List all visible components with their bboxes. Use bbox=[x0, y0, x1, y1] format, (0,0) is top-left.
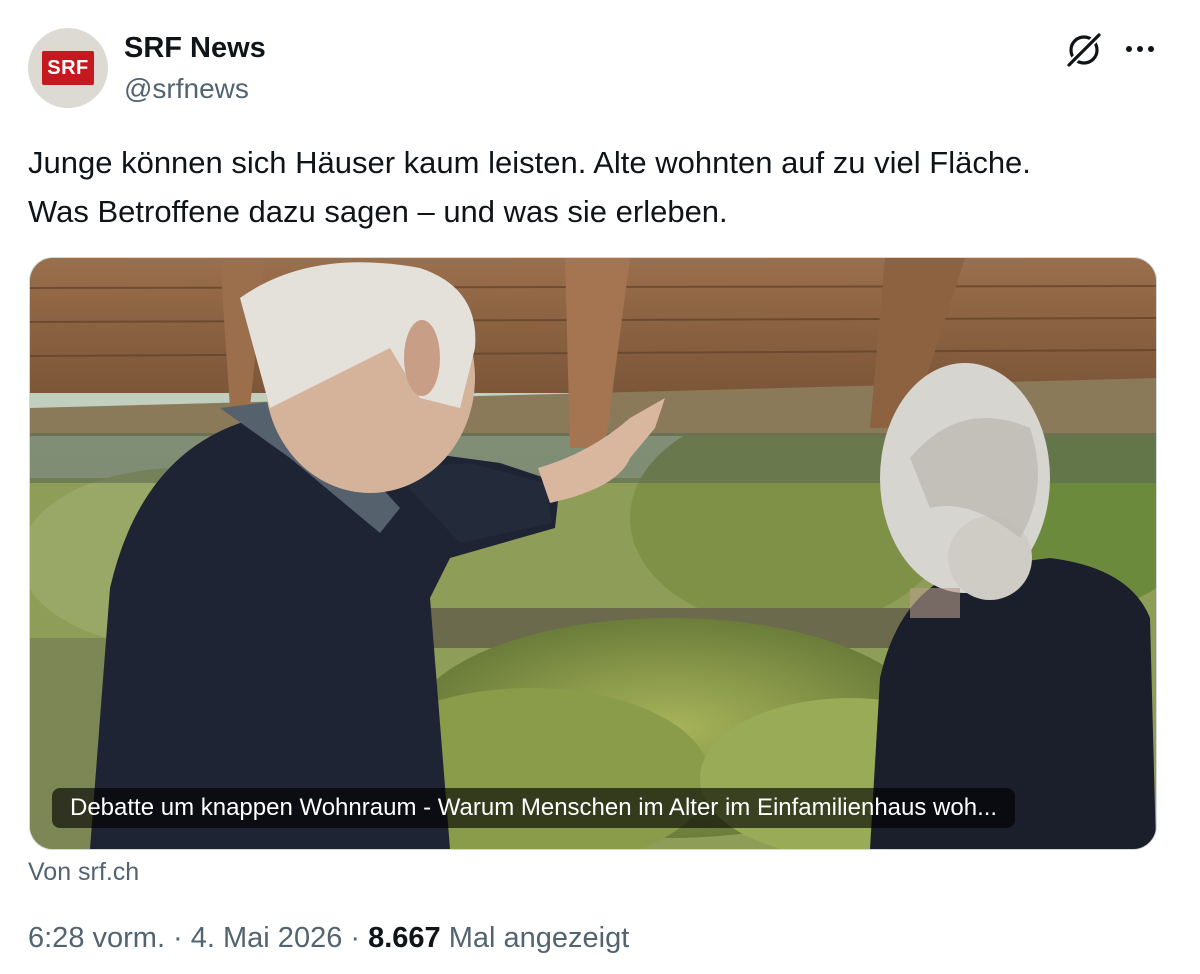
link-source[interactable]: Von srf.ch bbox=[28, 858, 139, 887]
tweet-meta: 6:28 vorm. · 4. Mai 2026 · 8.667 Mal ang… bbox=[28, 922, 629, 955]
preview-photo bbox=[30, 258, 1156, 849]
author-handle[interactable]: @srfnews bbox=[124, 73, 249, 105]
srf-logo: SRF bbox=[42, 51, 94, 85]
tweet-text-line-1: Junge können sich Häuser kaum leisten. A… bbox=[28, 145, 1031, 180]
tweet-date[interactable]: 4. Mai 2026 bbox=[191, 922, 343, 954]
card-caption: Debatte um knappen Wohnraum - Warum Mens… bbox=[52, 788, 1016, 828]
author-display-name[interactable]: SRF News bbox=[124, 32, 266, 65]
more-dots-icon[interactable] bbox=[1122, 34, 1158, 64]
link-preview-card[interactable]: Debatte um knappen Wohnraum - Warum Mens… bbox=[29, 257, 1157, 850]
meta-separator: · bbox=[342, 922, 369, 954]
avatar[interactable]: SRF bbox=[28, 28, 108, 108]
tweet: SRF SRF News @srfnews Junge können sich … bbox=[0, 0, 1200, 974]
tweet-text: Junge können sich Häuser kaum leisten. A… bbox=[28, 138, 1168, 236]
meta-separator: · bbox=[165, 922, 191, 954]
tweet-text-line-2: Was Betroffene dazu sagen – und was sie … bbox=[28, 194, 728, 229]
tweet-time[interactable]: 6:28 vorm. bbox=[28, 922, 165, 954]
views-count: 8.667 bbox=[368, 922, 441, 954]
views-label: Mal angezeigt bbox=[448, 922, 630, 954]
grok-icon[interactable] bbox=[1064, 30, 1104, 70]
